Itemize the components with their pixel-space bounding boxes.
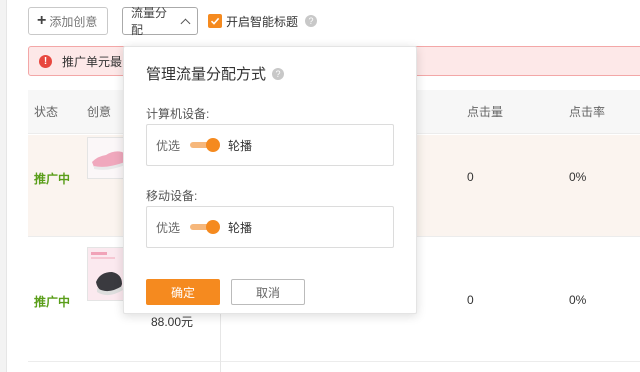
switch-knob[interactable] [206, 220, 221, 234]
desktop-mode-switch-box: 优选 轮播 [146, 124, 394, 166]
optimize-option-label: 优选 [156, 138, 181, 153]
add-creative-label: 添加创意 [49, 14, 98, 29]
smart-title-label: 开启智能标题 [226, 14, 299, 29]
header-clicks[interactable]: 点击量 [467, 90, 503, 134]
left-rail [0, 0, 7, 372]
add-creative-button[interactable]: + 添加创意 [28, 7, 108, 35]
clicks-value: 0 [467, 293, 474, 307]
status-badge: 推广中 [34, 295, 71, 309]
header-status: 状态 [34, 105, 59, 119]
smart-title-toggle[interactable]: 开启智能标题 ? [208, 13, 318, 30]
mobile-section-label: 移动设备: [146, 189, 198, 203]
switch-knob[interactable] [206, 138, 221, 152]
chevron-up-icon [180, 18, 191, 28]
traffic-allocation-button[interactable]: 流量分配 [122, 6, 198, 37]
popover-title: 管理流量分配方式 ? [146, 63, 285, 84]
desktop-mode-switch[interactable] [190, 138, 221, 152]
traffic-allocation-label: 流量分配 [131, 6, 168, 37]
price-value: 88.00元 [151, 315, 194, 329]
ctr-value: 0% [569, 293, 587, 307]
ctr-value: 0% [569, 170, 587, 184]
optimize-option-label: 优选 [156, 220, 181, 235]
rotate-option-label: 轮播 [228, 138, 253, 153]
help-icon[interactable]: ? [272, 67, 285, 80]
header-creative: 创意 [87, 105, 112, 119]
toolbar: + 添加创意 流量分配 开启智能标题 ? [28, 6, 318, 37]
help-icon[interactable]: ? [305, 15, 318, 27]
error-circle-icon: ! [39, 54, 52, 68]
clicks-value: 0 [467, 170, 474, 184]
traffic-allocation-popover: 管理流量分配方式 ? 计算机设备: 优选 轮播 移动设备: 优选 轮播 确定 取… [123, 46, 417, 314]
confirm-button[interactable]: 确定 [146, 279, 220, 305]
cancel-button[interactable]: 取消 [231, 279, 305, 305]
rotate-option-label: 轮播 [228, 220, 253, 235]
checkbox-checked-icon[interactable] [208, 14, 222, 28]
popover-title-text: 管理流量分配方式 [146, 66, 267, 83]
status-badge: 推广中 [34, 172, 71, 186]
mobile-mode-switch[interactable] [190, 220, 221, 234]
mobile-mode-switch-box: 优选 轮播 [146, 206, 394, 248]
desktop-section-label: 计算机设备: [146, 107, 210, 121]
header-ctr[interactable]: 点击率 [569, 90, 605, 134]
plus-icon: + [37, 12, 47, 29]
